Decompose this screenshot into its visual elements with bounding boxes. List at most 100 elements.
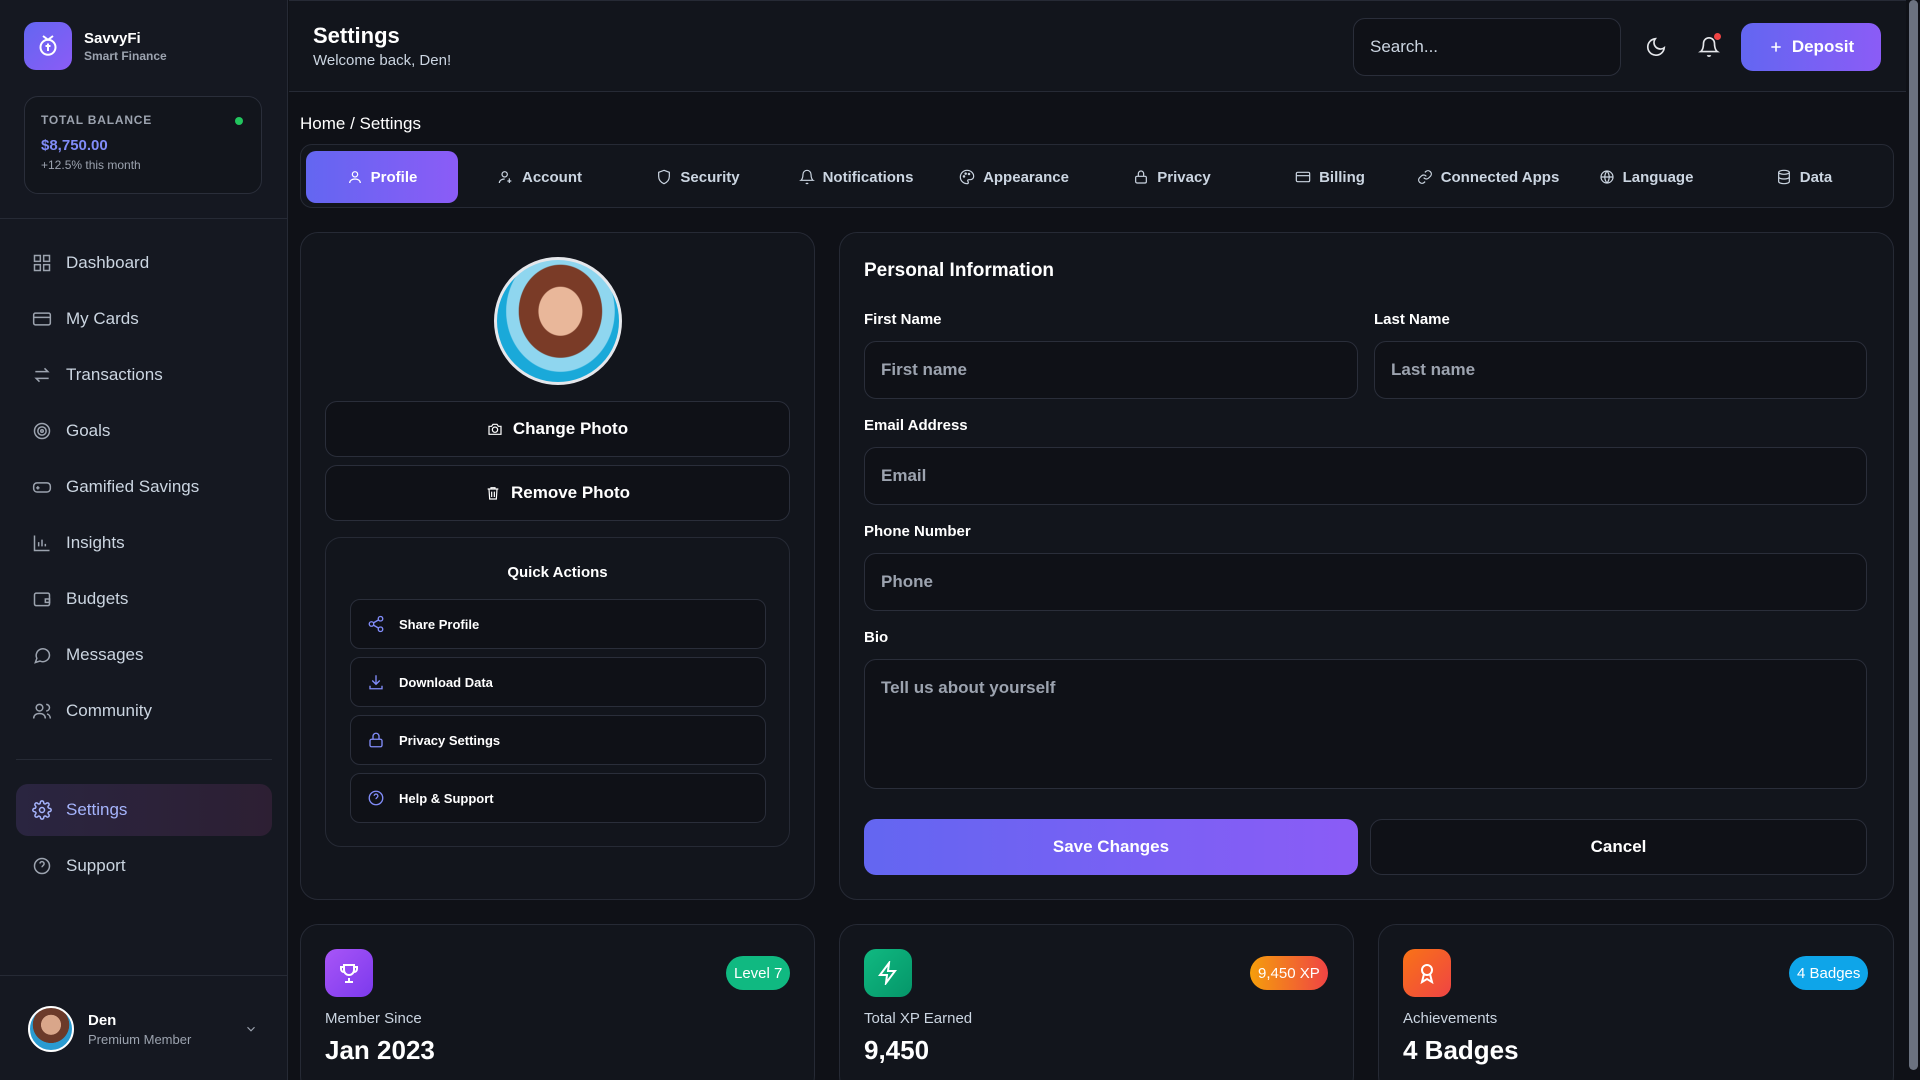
theme-toggle-button[interactable] — [1640, 31, 1672, 63]
tab-label: Notifications — [822, 168, 914, 186]
target-icon — [33, 422, 51, 440]
avatar — [28, 1006, 74, 1052]
tab-label: Billing — [1319, 168, 1365, 186]
sidebar-item-gamified-savings[interactable]: Gamified Savings — [16, 461, 272, 513]
remove-photo-label: Remove Photo — [510, 483, 631, 502]
deposit-button[interactable]: Deposit — [1741, 23, 1881, 71]
bio-textarea[interactable] — [864, 659, 1867, 789]
quick-actions-title: Quick Actions — [507, 564, 608, 581]
share-icon — [368, 615, 384, 633]
sidebar-item-label: Transactions — [66, 365, 163, 384]
tab-label: Security — [680, 168, 740, 186]
scrollbar-thumb[interactable] — [1909, 0, 1918, 1070]
notifications-button[interactable] — [1693, 31, 1725, 63]
tab-profile[interactable]: Profile — [306, 151, 458, 203]
share-profile-button[interactable]: Share Profile — [350, 599, 766, 649]
sidebar-item-goals[interactable]: Goals — [16, 405, 272, 457]
sidebar-item-messages[interactable]: Messages — [16, 629, 272, 681]
cancel-button[interactable]: Cancel — [1370, 819, 1867, 875]
card-icon — [1295, 171, 1311, 183]
quick-action-label: Help & Support — [399, 790, 494, 806]
phone-field[interactable] — [864, 553, 1867, 611]
sidebar-item-community[interactable]: Community — [16, 685, 272, 737]
settings-tabs: Profile Account Security Notifications A… — [300, 144, 1894, 208]
save-changes-button[interactable]: Save Changes — [864, 819, 1358, 875]
balance-value: $8,750.00 — [41, 137, 108, 154]
sidebar-item-label: Budgets — [66, 589, 129, 608]
sidebar-item-label: Messages — [66, 645, 144, 664]
email-field[interactable] — [864, 447, 1867, 505]
sidebar-item-label: Community — [66, 701, 152, 720]
sidebar-item-settings[interactable]: Settings — [16, 784, 272, 836]
search-input[interactable] — [1353, 18, 1621, 76]
sidebar-secondary-nav: Settings Support — [16, 784, 272, 896]
balance-label: TOTAL BALANCE — [41, 113, 153, 127]
tab-connected-apps[interactable]: Connected Apps — [1412, 151, 1564, 203]
download-data-button[interactable]: Download Data — [350, 657, 766, 707]
tab-label: Language — [1622, 168, 1694, 186]
tab-billing[interactable]: Billing — [1254, 151, 1406, 203]
sidebar-item-label: Gamified Savings — [66, 477, 200, 496]
stat-value: 9,450 — [864, 1035, 930, 1065]
trophy-icon — [325, 949, 373, 997]
tab-notifications[interactable]: Notifications — [780, 151, 932, 203]
sidebar-item-label: Settings — [66, 800, 128, 819]
tab-label: Connected Apps — [1440, 168, 1560, 186]
page-title: Settings — [313, 23, 400, 48]
sidebar-item-label: My Cards — [66, 309, 139, 328]
tab-language[interactable]: Language — [1570, 151, 1722, 203]
sidebar-item-label: Insights — [66, 533, 125, 552]
dashboard-icon — [33, 254, 51, 272]
sidebar-item-transactions[interactable]: Transactions — [16, 349, 272, 401]
notification-badge — [1714, 33, 1721, 40]
tab-privacy[interactable]: Privacy — [1096, 151, 1248, 203]
message-icon — [34, 648, 51, 664]
card-icon — [32, 312, 52, 326]
sidebar-divider — [0, 218, 288, 219]
remove-photo-button[interactable]: Remove Photo — [325, 465, 790, 521]
sidebar-item-budgets[interactable]: Budgets — [16, 573, 272, 625]
stat-label: Total XP Earned — [864, 1010, 973, 1027]
globe-icon — [1599, 170, 1614, 184]
balance-change: +12.5% this month — [41, 158, 141, 172]
moon-icon — [1646, 37, 1666, 57]
plus-icon — [1771, 42, 1781, 52]
palette-icon — [959, 169, 975, 185]
brand-tagline: Smart Finance — [84, 48, 167, 63]
sidebar-item-support[interactable]: Support — [16, 840, 272, 892]
help-support-button[interactable]: Help & Support — [350, 773, 766, 823]
camera-icon — [488, 423, 502, 435]
tab-security[interactable]: Security — [622, 151, 774, 203]
profile-avatar — [494, 257, 622, 385]
last-name-field[interactable] — [1374, 341, 1867, 399]
tab-label: Appearance — [983, 168, 1069, 186]
lightning-icon — [864, 949, 912, 997]
transfer-icon — [34, 367, 50, 383]
trash-icon — [487, 487, 499, 500]
brand-name: SavvyFi — [84, 29, 141, 47]
sidebar-item-insights[interactable]: Insights — [16, 517, 272, 569]
first-name-field[interactable] — [864, 341, 1358, 399]
sidebar-item-my-cards[interactable]: My Cards — [16, 293, 272, 345]
first-name-label: First Name — [864, 311, 942, 328]
quick-action-label: Share Profile — [399, 616, 480, 632]
balance-card: TOTAL BALANCE $8,750.00 +12.5% this mont… — [24, 96, 262, 194]
tab-appearance[interactable]: Appearance — [938, 151, 1090, 203]
user-profile-menu[interactable]: Den Premium Member — [0, 975, 288, 1080]
quick-actions-panel: Quick Actions Share Profile Download Dat… — [325, 537, 790, 847]
sidebar-nav: Dashboard My Cards Transactions Goals Ga… — [16, 237, 272, 741]
download-icon — [369, 675, 383, 690]
brand[interactable]: SavvyFi Smart Finance — [24, 22, 167, 70]
gear-icon — [32, 800, 52, 820]
email-label: Email Address — [864, 417, 968, 434]
tab-data[interactable]: Data — [1728, 151, 1880, 203]
change-photo-button[interactable]: Change Photo — [325, 401, 790, 457]
breadcrumb[interactable]: Home / Settings — [300, 114, 421, 134]
sidebar-item-dashboard[interactable]: Dashboard — [16, 237, 272, 289]
privacy-settings-button[interactable]: Privacy Settings — [350, 715, 766, 765]
tab-label: Privacy — [1157, 168, 1211, 186]
quick-action-label: Download Data — [399, 674, 493, 690]
chevron-down-icon[interactable] — [244, 1022, 258, 1036]
last-name-label: Last Name — [1374, 311, 1450, 328]
tab-account[interactable]: Account — [464, 151, 616, 203]
